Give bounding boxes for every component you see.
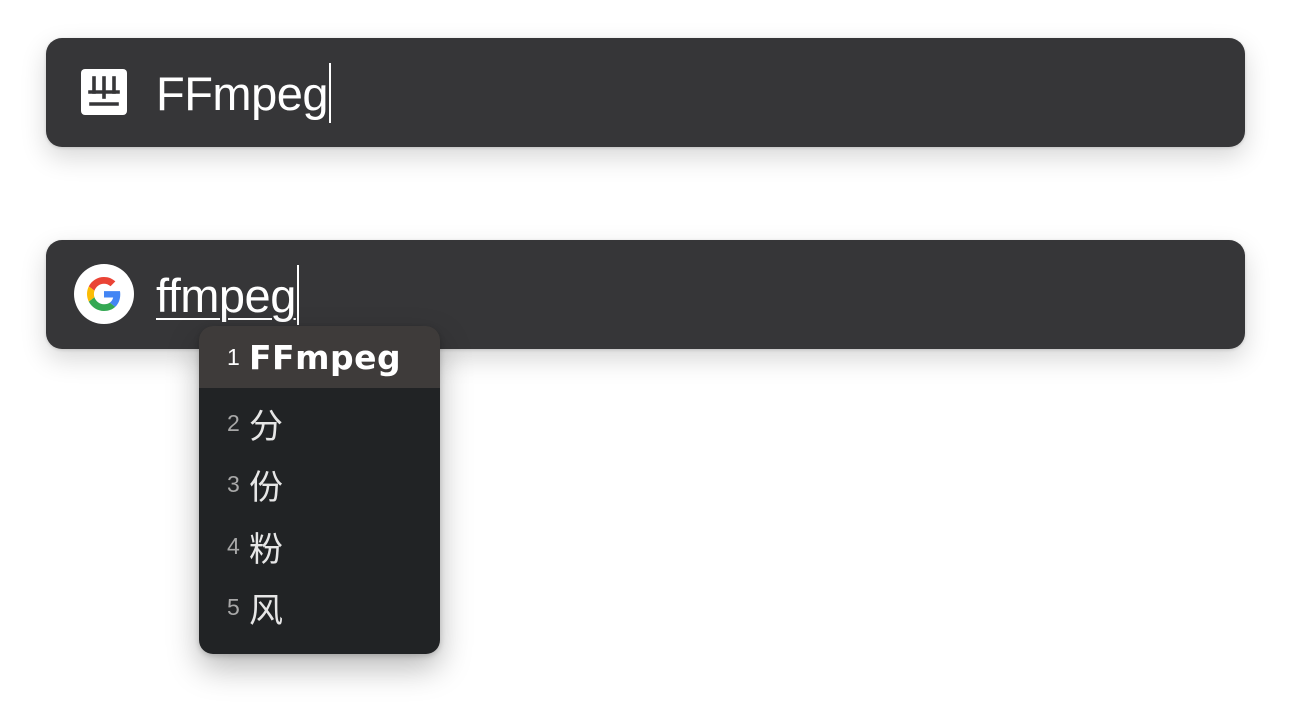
google-icon [74, 264, 134, 324]
candidate-text: FFmpeg [249, 337, 402, 377]
search-input[interactable]: FFmpeg [156, 62, 331, 124]
candidate-text: 风 [249, 590, 283, 631]
candidate-text: 份 [249, 467, 283, 508]
ime-candidate-2[interactable]: 2 分 [199, 392, 440, 454]
page: FFmpeg ffmpeg 1 FFmpeg 2 分 3 份 4 粉 5 风 [0, 0, 1292, 708]
candidate-number: 4 [227, 532, 240, 559]
app-logo-icon [81, 69, 127, 115]
ime-candidate-3[interactable]: 3 份 [199, 453, 440, 515]
candidate-number: 1 [227, 343, 240, 370]
text-caret [329, 63, 331, 123]
candidate-text: 分 [249, 406, 283, 447]
ime-candidate-1[interactable]: 1 FFmpeg [199, 326, 440, 388]
candidate-number: 2 [227, 409, 240, 436]
text-caret [296, 265, 299, 325]
composing-text: ffmpeg [156, 268, 296, 322]
ime-candidate-4[interactable]: 4 粉 [199, 515, 440, 577]
google-search-input[interactable]: ffmpeg [156, 264, 299, 326]
launcher-search-bar[interactable]: FFmpeg [46, 38, 1245, 147]
ime-candidate-popup: 1 FFmpeg 2 分 3 份 4 粉 5 风 [199, 326, 440, 654]
search-input-text: FFmpeg [156, 66, 329, 120]
candidate-number: 5 [227, 593, 240, 620]
candidate-text: 粉 [249, 529, 283, 570]
ime-candidate-5[interactable]: 5 风 [199, 576, 440, 638]
candidate-number: 3 [227, 470, 240, 497]
